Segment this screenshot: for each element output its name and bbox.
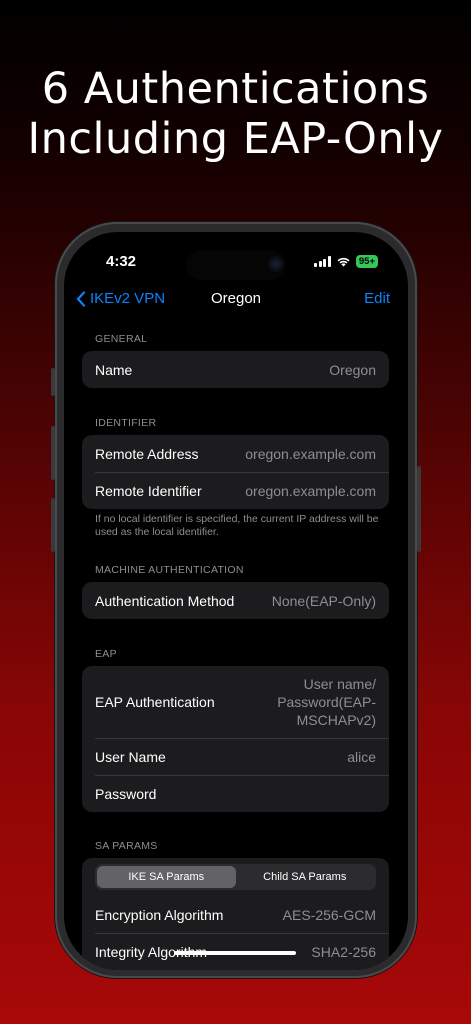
promo-headline: 6 Authentications Including EAP-Only — [0, 64, 471, 164]
row-value-line: User name/ — [303, 676, 376, 692]
row-password[interactable]: Password — [82, 775, 389, 812]
row-user-name[interactable]: User Name alice — [82, 738, 389, 775]
action-button — [51, 368, 55, 396]
row-value-line: Password(EAP- — [277, 694, 376, 710]
row-label: Authentication Method — [95, 592, 235, 609]
row-value: User name/ Password(EAP- MSCHAPv2) — [277, 675, 376, 729]
row-label: Remote Identifier — [95, 482, 202, 499]
phone-screen: 4:32 95+ IKEv2 VPN Oregon Edit GENERAL N… — [64, 232, 408, 970]
segment-ike-sa-params[interactable]: IKE SA Params — [97, 866, 236, 888]
segment-child-sa-params[interactable]: Child SA Params — [236, 866, 375, 888]
back-button-label: IKEv2 VPN — [90, 290, 166, 307]
volume-down-button — [51, 498, 55, 552]
row-value: oregon.example.com — [245, 482, 376, 499]
row-label: Name — [95, 361, 133, 378]
row-value-line: MSCHAPv2) — [296, 712, 376, 728]
identifier-footer-note: If no local identifier is specified, the… — [95, 513, 379, 538]
group-eap: EAP Authentication User name/ Password(E… — [82, 666, 389, 812]
row-label: Encryption Algorithm — [95, 906, 224, 923]
headline-line-2: Including EAP-Only — [27, 114, 444, 164]
status-time: 4:32 — [106, 253, 137, 270]
group-general: Name Oregon — [82, 351, 389, 388]
headline-line-1: 6 Authentications — [41, 64, 430, 114]
row-value: None(EAP-Only) — [271, 592, 376, 609]
camera-icon — [268, 256, 284, 272]
group-machine-auth: Authentication Method None(EAP-Only) — [82, 582, 389, 619]
status-icons: 95+ — [314, 255, 378, 268]
row-value: alice — [347, 748, 376, 765]
volume-up-button — [51, 426, 55, 480]
back-button[interactable]: IKEv2 VPN — [76, 290, 165, 307]
row-value: Oregon — [329, 361, 376, 378]
power-button — [417, 466, 421, 552]
chevron-left-icon — [76, 290, 86, 307]
section-header-machine-auth: MACHINE AUTHENTICATION — [95, 564, 244, 576]
section-header-eap: EAP — [95, 648, 117, 660]
row-label: EAP Authentication — [95, 694, 215, 710]
section-header-general: GENERAL — [95, 333, 148, 345]
navigation-bar: IKEv2 VPN Oregon Edit — [64, 290, 408, 312]
row-authentication-method[interactable]: Authentication Method None(EAP-Only) — [82, 582, 389, 619]
cellular-signal-icon — [314, 256, 331, 267]
row-value: AES-256-GCM — [282, 906, 376, 923]
row-value: SHA2-256 — [311, 943, 376, 960]
sa-params-segmented-control: IKE SA Params Child SA Params — [95, 864, 376, 890]
row-label: User Name — [95, 748, 166, 765]
row-name[interactable]: Name Oregon — [82, 351, 389, 388]
row-encryption-algorithm[interactable]: Encryption Algorithm AES-256-GCM — [82, 896, 389, 933]
wifi-icon — [337, 257, 350, 267]
row-label: Remote Address — [95, 445, 199, 462]
row-value: oregon.example.com — [245, 445, 376, 462]
battery-icon: 95+ — [355, 255, 378, 268]
row-remote-address[interactable]: Remote Address oregon.example.com — [82, 435, 389, 472]
row-eap-authentication[interactable]: EAP Authentication User name/ Password(E… — [82, 666, 389, 738]
edit-button[interactable]: Edit — [364, 290, 390, 307]
row-remote-identifier[interactable]: Remote Identifier oregon.example.com — [82, 472, 389, 509]
row-label: Password — [95, 785, 157, 802]
section-header-identifier: IDENTIFIER — [95, 417, 157, 429]
section-header-sa-params: SA PARAMS — [95, 840, 158, 852]
home-indicator[interactable] — [174, 951, 296, 955]
group-identifier: Remote Address oregon.example.com Remote… — [82, 435, 389, 509]
